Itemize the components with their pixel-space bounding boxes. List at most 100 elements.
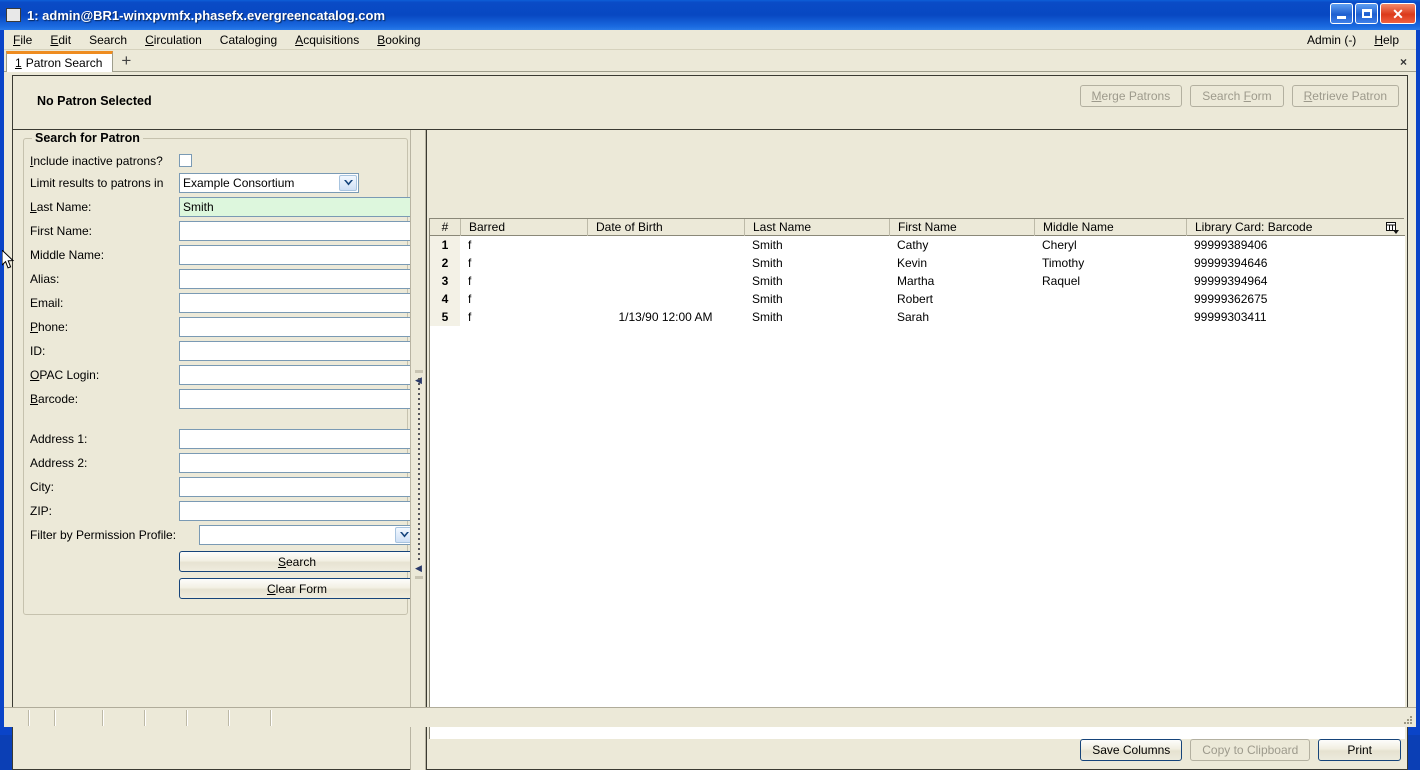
include-inactive-checkbox[interactable] [179,154,192,167]
minimize-icon [1337,15,1346,19]
merge-patrons-button[interactable]: Merge Patrons [1079,85,1183,107]
splitter-cap-top [415,370,423,373]
limit-results-select[interactable]: Example Consortium [179,173,359,193]
status-segment-6 [188,709,230,726]
first-name-input[interactable] [179,221,415,241]
first-name-label-row: First Name: [30,221,92,241]
search-form-label-post: orm [1250,89,1272,103]
cell-dob [587,290,744,308]
close-button[interactable]: ✕ [1380,3,1416,24]
city-label: City: [30,480,54,494]
table-row[interactable]: 1 f Smith Cathy Cheryl 99999389406 [430,236,1405,254]
tab-patron-search[interactable]: 1 Patron Search [6,51,114,72]
menu-circulation[interactable]: Circulation [136,31,211,49]
table-row[interactable]: 4 f Smith Robert 99999362675 [430,290,1405,308]
column-header-first[interactable]: First Name [889,218,1034,236]
title-bar: 1: admin@BR1-winxpvmfx.phasefx.evergreen… [0,0,1420,30]
cell-first: Sarah [897,310,930,324]
status-segment-7 [230,709,272,726]
results-grid-body: 1 f Smith Cathy Cheryl 99999389406 2 f Smith Kevi… [430,236,1405,739]
column-header-num[interactable]: # [430,219,460,236]
retrieve-patron-accel: R [1303,89,1313,103]
results-panel: # Barred Date of Birth Last Name First Name M… [426,130,1408,770]
include-inactive-label: Include inactive patrons? [30,154,163,168]
alias-label: Alias: [30,272,60,286]
menu-booking[interactable]: Booking [368,31,429,49]
menu-file[interactable]: File [4,31,41,49]
first-name-label: First Name: [30,224,93,238]
id-label-row: ID: [30,341,45,361]
close-tab-button[interactable]: × [1400,55,1407,71]
zip-input[interactable] [179,501,415,521]
opac-login-input[interactable] [179,365,415,385]
status-segment-5 [146,709,188,726]
search-form-button[interactable]: Search Form [1190,85,1284,107]
cell-first: Cathy [897,238,929,252]
column-picker-icon[interactable] [1384,220,1401,235]
city-input[interactable] [179,477,415,497]
search-button-accel: S [277,554,286,569]
permission-profile-select[interactable] [199,525,415,545]
column-header-barred[interactable]: Barred [460,218,587,236]
status-segment-2 [30,709,56,726]
email-input[interactable] [179,293,415,313]
splitter-grip[interactable] [418,378,420,563]
cell-dob: 1/13/90 12:00 AM [618,310,713,324]
menu-bar: File Edit Search Circulation Cataloging … [4,30,1416,50]
clear-form-button[interactable]: Clear Form [179,578,415,599]
results-grid: # Barred Date of Birth Last Name First Name M… [429,218,1405,739]
address-1-input[interactable] [179,429,415,449]
panel-splitter[interactable]: ◀ ◀ [410,130,426,770]
middle-name-input[interactable] [179,245,415,265]
menu-help[interactable]: Help [1365,31,1408,49]
cell-barred: f [468,256,472,270]
cell-barcode: 99999394964 [1194,274,1268,288]
clear-form-label: lear Form [275,581,327,596]
opac-login-label: OPAC Login: [30,368,100,382]
column-header-last[interactable]: Last Name [744,218,889,236]
menu-cataloging[interactable]: Cataloging [211,31,286,49]
cell-num: 5 [430,308,460,326]
search-form-label-pre: Search [1202,89,1244,103]
splitter-collapse-left-icon-2[interactable]: ◀ [414,564,423,573]
table-row[interactable]: 5 f 1/13/90 12:00 AM Smith Sarah 99999303411 [430,308,1405,326]
column-header-barcode[interactable]: Library Card: Barcode [1186,218,1386,236]
cell-barred: f [468,274,472,288]
barcode-input[interactable] [179,389,415,409]
last-name-label: Last Name: [30,200,92,214]
id-input[interactable] [179,341,415,361]
chevron-down-icon [339,175,357,191]
copy-to-clipboard-button[interactable]: Copy to Clipboard [1190,739,1311,761]
search-button[interactable]: Search [179,551,415,572]
cell-barred: f [468,310,472,324]
retrieve-patron-button[interactable]: Retrieve Patron [1291,85,1399,107]
menu-right-group: Admin (-) Help [1298,31,1416,49]
maximize-button[interactable] [1355,3,1378,24]
menu-search[interactable]: Search [80,31,136,49]
menu-acquisitions[interactable]: Acquisitions [286,31,368,49]
content-area: No Patron Selected Merge Patrons Search … [4,72,1416,770]
save-columns-button[interactable]: Save Columns [1080,739,1183,761]
table-row[interactable]: 2 f Smith Kevin Timothy 99999394646 [430,254,1405,272]
column-header-dob[interactable]: Date of Birth [587,218,744,236]
print-button[interactable]: Print [1318,739,1401,761]
minimize-button[interactable] [1330,3,1353,24]
cell-last: Smith [752,310,783,324]
merge-patrons-accel: M [1091,89,1102,103]
new-tab-button[interactable]: + [121,52,131,71]
address-2-input[interactable] [179,453,415,473]
alias-input[interactable] [179,269,415,289]
address-2-label-row: Address 2: [30,453,87,473]
resize-grip[interactable] [1401,713,1413,725]
menu-edit[interactable]: Edit [41,31,80,49]
cell-barcode: 99999303411 [1194,310,1267,324]
cell-middle: Raquel [1042,274,1081,288]
menu-admin[interactable]: Admin (-) [1298,31,1365,49]
window-icon [6,8,21,22]
barcode-label: Barcode: [30,392,79,406]
column-header-middle[interactable]: Middle Name [1034,218,1186,236]
last-name-input[interactable] [179,197,415,217]
phone-input[interactable] [179,317,415,337]
status-segment-3 [56,709,104,726]
table-row[interactable]: 3 f Smith Martha Raquel 99999394964 [430,272,1405,290]
